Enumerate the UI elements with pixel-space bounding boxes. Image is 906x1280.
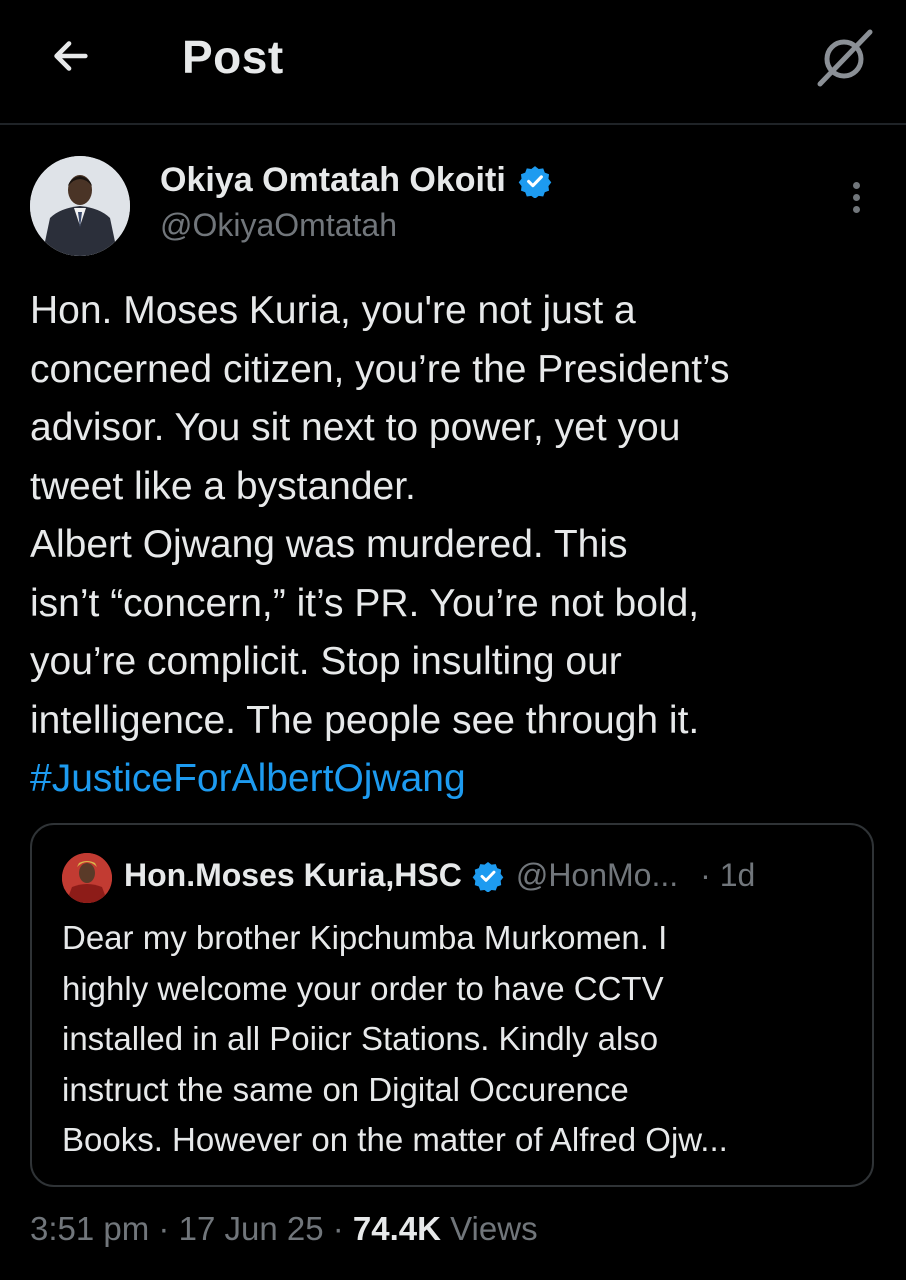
post-line: concerned citizen, you’re the President’… — [30, 347, 730, 391]
more-options-button[interactable] — [834, 172, 878, 222]
post-line: intelligence. The people see through it. — [30, 698, 700, 742]
page-title: Post — [182, 31, 284, 83]
post-line: tweet like a bystander. — [30, 464, 416, 508]
post-date: 17 Jun 25 — [178, 1210, 324, 1247]
post-line: you’re complicit. Stop insulting our — [30, 640, 622, 683]
meta-separator: · — [158, 1210, 179, 1247]
quoted-line: Books. However on the matter of Alfred O… — [62, 1121, 728, 1158]
author-name-text: Okiya Omtatah Okoiti — [160, 161, 506, 199]
top-bar: Post — [0, 0, 906, 122]
quoted-author-name: Hon.Moses Kuria,HSC — [124, 857, 462, 893]
meta-separator: · — [332, 1210, 353, 1247]
quoted-author-handle: @HonMo... — [515, 857, 679, 893]
post-time: 3:51 pm — [30, 1210, 150, 1247]
back-button[interactable] — [44, 30, 96, 82]
verified-badge-icon — [472, 861, 504, 892]
quoted-line: installed in all Poiicr Stations. Kindly… — [62, 1020, 659, 1057]
verified-badge-icon — [518, 165, 552, 198]
author-avatar[interactable] — [30, 156, 130, 256]
post-line: advisor. You sit next to power, yet you — [30, 406, 681, 449]
post-text: Hon. Moses Kuria, you're not just a conc… — [30, 282, 890, 809]
more-dot-icon — [852, 181, 860, 189]
views-label[interactable]: Views — [450, 1210, 537, 1247]
quoted-author-photo — [62, 853, 112, 903]
quoted-post-text: Dear my brother Kipchumba Murkomen. I hi… — [62, 913, 852, 1166]
post-line: isn’t “concern,” it’s PR. You’re not bol… — [30, 581, 700, 625]
post-line: Hon. Moses Kuria, you're not just a — [30, 289, 636, 332]
arrow-left-icon — [54, 41, 88, 71]
author-name[interactable]: Okiya Omtatah Okoiti — [160, 161, 552, 200]
grok-icon — [817, 29, 873, 87]
more-dot-icon — [852, 193, 860, 201]
quoted-author-avatar — [62, 853, 112, 903]
post-meta: 3:51 pm · 17 Jun 25 · 74.4K Views — [30, 1210, 538, 1248]
quoted-post-card[interactable]: Hon.Moses Kuria,HSC @HonMo... · 1d Dear … — [30, 823, 874, 1187]
quoted-line: instruct the same on Digital Occurence — [62, 1070, 629, 1108]
more-dot-icon — [852, 205, 860, 213]
author-handle[interactable]: @OkiyaOmtatah — [160, 207, 397, 244]
views-count[interactable]: 74.4K — [353, 1210, 441, 1247]
author-photo — [30, 156, 130, 256]
quoted-post-time: · 1d — [700, 857, 756, 893]
quoted-post-header: Hon.Moses Kuria,HSC @HonMo... · 1d — [124, 857, 755, 894]
header-divider — [0, 123, 906, 125]
grok-button[interactable] — [812, 26, 876, 90]
hashtag-link[interactable]: #JusticeForAlbertOjwang — [30, 750, 890, 809]
quoted-line: highly welcome your order to have CCTV — [62, 969, 664, 1007]
post-line: Albert Ojwang was murdered. This — [30, 523, 628, 566]
quoted-line: Dear my brother Kipchumba Murkomen. I — [62, 919, 668, 956]
